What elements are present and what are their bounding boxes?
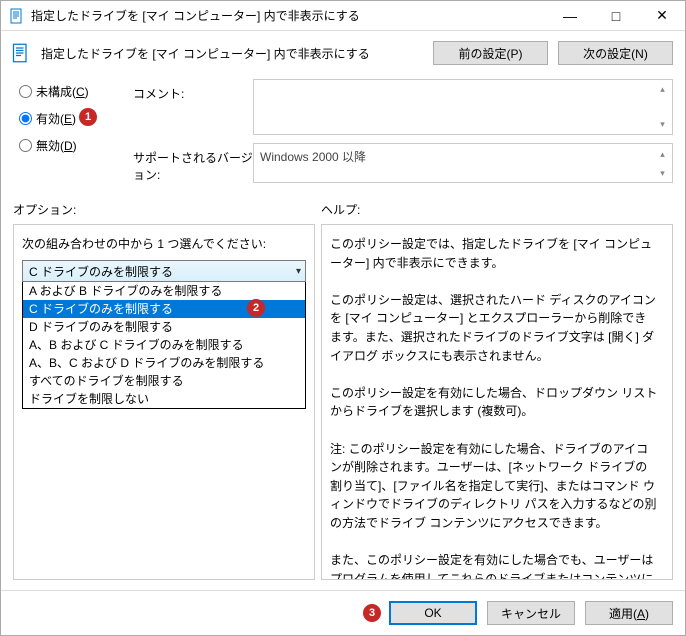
radio-disabled-input[interactable] — [19, 139, 32, 152]
policy-icon — [11, 43, 31, 63]
radio-disabled-label: 無効(D) — [36, 137, 77, 154]
header-row: 指定したドライブを [マイ コンピューター] 内で非表示にする 前の設定(P) … — [1, 31, 685, 75]
options-instruction: 次の組み合わせの中から 1 つ選んでください: — [22, 235, 306, 252]
annotation-badge-2: 2 — [247, 299, 265, 317]
supported-row: サポートされるバージョン: Windows 2000 以降 ▴ ▾ — [133, 143, 673, 183]
drive-option[interactable]: A および B ドライブのみを制限する — [23, 282, 305, 300]
ok-button[interactable]: OK — [389, 601, 477, 625]
supported-textbox: Windows 2000 以降 ▴ ▾ — [253, 143, 673, 183]
comment-row: コメント: ▴ ▾ — [133, 79, 673, 135]
next-setting-button[interactable]: 次の設定(N) — [558, 41, 673, 65]
drive-option[interactable]: D ドライブのみを制限する — [23, 318, 305, 336]
radio-not-configured[interactable]: 未構成(C) — [19, 83, 119, 100]
comment-label: コメント: — [133, 79, 253, 135]
minimize-button[interactable]: — — [547, 1, 593, 31]
info-column: コメント: ▴ ▾ サポートされるバージョン: Windows 2000 以降 … — [133, 79, 673, 191]
radio-enabled-input[interactable] — [19, 112, 32, 125]
radio-enabled-label: 有効(E) — [36, 110, 76, 127]
section-labels: オプション: ヘルプ: — [1, 195, 685, 224]
drive-option[interactable]: A、B、C および D ドライブのみを制限する — [23, 354, 305, 372]
maximize-button[interactable]: □ — [593, 1, 639, 31]
previous-setting-button[interactable]: 前の設定(P) — [433, 41, 548, 65]
radio-not-configured-input[interactable] — [19, 85, 32, 98]
drive-option[interactable]: すべてのドライブを制限する — [23, 372, 305, 390]
radio-not-configured-label: 未構成(C) — [36, 83, 89, 100]
panels: 次の組み合わせの中から 1 つ選んでください: C ドライブのみを制限する ▾ … — [1, 224, 685, 590]
drive-option[interactable]: A、B および C ドライブのみを制限する — [23, 336, 305, 354]
close-button[interactable]: ✕ — [639, 1, 685, 31]
help-label: ヘルプ: — [321, 201, 673, 218]
titlebar: 指定したドライブを [マイ コンピューター] 内で非表示にする — □ ✕ — [1, 1, 685, 31]
help-panel: このポリシー設定では、指定したドライブを [マイ コンピューター] 内で非表示に… — [321, 224, 673, 580]
scroll-up-icon[interactable]: ▴ — [654, 145, 671, 162]
scroll-down-icon[interactable]: ▾ — [654, 116, 671, 133]
supported-label: サポートされるバージョン: — [133, 143, 253, 183]
window-title: 指定したドライブを [マイ コンピューター] 内で非表示にする — [31, 7, 547, 24]
chevron-down-icon: ▾ — [296, 266, 301, 277]
annotation-badge-3: 3 — [363, 604, 381, 622]
cancel-button[interactable]: キャンセル — [487, 601, 575, 625]
config-area: 未構成(C) 有効(E) 1 無効(D) コメント: ▴ ▾ — [1, 75, 685, 195]
drive-option[interactable]: ドライブを制限しない — [23, 390, 305, 408]
drive-combo[interactable]: C ドライブのみを制限する ▾ — [22, 260, 306, 282]
window-controls: — □ ✕ — [547, 1, 685, 31]
annotation-badge-1: 1 — [79, 108, 97, 126]
footer: 3 OK キャンセル 適用(A) — [1, 590, 685, 635]
options-label: オプション: — [13, 201, 321, 218]
state-radios: 未構成(C) 有効(E) 1 無効(D) — [19, 79, 119, 191]
comment-textbox[interactable]: ▴ ▾ — [253, 79, 673, 135]
drive-listbox[interactable]: A および B ドライブのみを制限するC ドライブのみを制限する2D ドライブの… — [22, 282, 306, 409]
document-icon — [9, 8, 25, 24]
policy-dialog: 指定したドライブを [マイ コンピューター] 内で非表示にする — □ ✕ 指定… — [0, 0, 686, 636]
scroll-up-icon[interactable]: ▴ — [654, 81, 671, 98]
drive-combo-value: C ドライブのみを制限する — [29, 263, 173, 280]
policy-title: 指定したドライブを [マイ コンピューター] 内で非表示にする — [41, 45, 423, 62]
options-panel: 次の組み合わせの中から 1 つ選んでください: C ドライブのみを制限する ▾ … — [13, 224, 315, 580]
help-text: このポリシー設定では、指定したドライブを [マイ コンピューター] 内で非表示に… — [330, 235, 664, 580]
apply-button[interactable]: 適用(A) — [585, 601, 673, 625]
radio-enabled[interactable]: 有効(E) 1 — [19, 110, 119, 127]
drive-option[interactable]: C ドライブのみを制限する2 — [23, 300, 305, 318]
radio-disabled[interactable]: 無効(D) — [19, 137, 119, 154]
scroll-down-icon[interactable]: ▾ — [654, 164, 671, 181]
